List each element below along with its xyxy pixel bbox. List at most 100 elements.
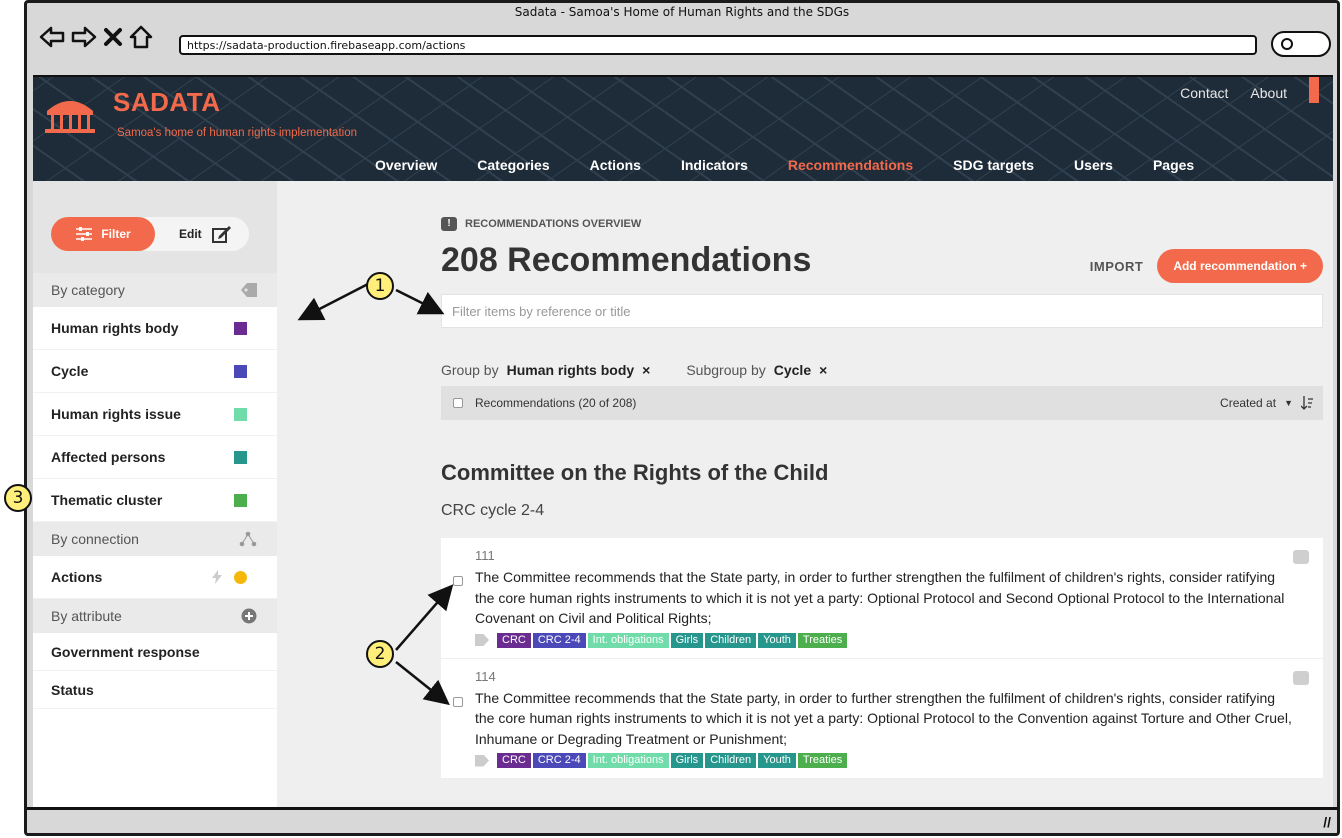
sidebar-item-cycle[interactable]: Cycle xyxy=(33,350,277,393)
check-icon xyxy=(1293,670,1309,685)
tag-chip[interactable]: Children xyxy=(705,753,757,768)
plus-circle-icon[interactable] xyxy=(241,608,257,624)
forward-icon[interactable] xyxy=(71,26,97,48)
sidebar-item-label: Government response xyxy=(51,643,200,660)
window-title: Sadata - Samoa's Home of Human Rights an… xyxy=(514,5,850,19)
tag-chip[interactable]: CRC 2-4 xyxy=(532,632,586,648)
filter-edit-toggle: Filter Edit xyxy=(51,217,249,251)
sidebar-item-human-rights-issue[interactable]: Human rights issue xyxy=(33,393,277,436)
top-links: Contact About xyxy=(1180,77,1319,103)
caret-down-icon[interactable]: ▼ xyxy=(1284,398,1293,408)
stop-icon[interactable] xyxy=(103,26,123,48)
section-by-connection: By connection xyxy=(33,522,277,556)
sidebar-item-label: Human rights body xyxy=(51,320,179,336)
lightning-icon xyxy=(212,570,222,584)
list-summary: Recommendations (20 of 208) xyxy=(475,396,637,410)
filter-tab[interactable]: Filter xyxy=(51,217,155,251)
sidebar-item-label: Actions xyxy=(51,569,103,585)
brand-tagline: Samoa's home of human rights implementat… xyxy=(117,127,357,139)
tag-chip[interactable]: Treaties xyxy=(797,753,848,768)
header-accent xyxy=(1309,77,1319,103)
fale-logo-icon xyxy=(45,101,95,133)
resize-handle-icon[interactable]: // xyxy=(1323,814,1331,830)
category-swatch xyxy=(234,364,247,378)
tag-chip[interactable]: Treaties xyxy=(797,632,848,648)
sidebar-item-label: Thematic cluster xyxy=(51,492,163,508)
add-recommendation-button[interactable]: Add recommendation + xyxy=(1157,249,1323,283)
sidebar-item-status[interactable]: Status xyxy=(33,671,277,709)
tag-chip[interactable]: Youth xyxy=(758,632,796,648)
tag-chip[interactable]: Girls xyxy=(670,753,704,768)
category-swatch xyxy=(234,321,247,335)
annotation-badge-1: 1 xyxy=(366,272,394,300)
about-link[interactable]: About xyxy=(1250,85,1287,103)
filter-search-input[interactable] xyxy=(441,294,1323,328)
brand-name[interactable]: SADATA xyxy=(113,87,220,118)
home-icon[interactable] xyxy=(129,25,153,49)
import-button[interactable]: IMPORT xyxy=(1090,259,1144,274)
item-text[interactable]: The Committee recommends that the State … xyxy=(475,567,1293,629)
overline-label: RECOMMENDATIONS OVERVIEW xyxy=(465,218,642,230)
tag-chip[interactable]: Girls xyxy=(670,632,704,648)
contact-link[interactable]: Contact xyxy=(1180,85,1228,103)
tag-chip[interactable]: CRC 2-4 xyxy=(532,753,586,768)
tag-icon xyxy=(241,283,257,297)
nav-users[interactable]: Users xyxy=(1074,157,1113,173)
subgroup-by-value[interactable]: Cycle xyxy=(774,362,811,378)
status-bar: // xyxy=(27,807,1337,833)
annotation-badge-2: 2 xyxy=(366,640,394,668)
group-by-value[interactable]: Human rights body xyxy=(507,362,635,378)
url-bar[interactable]: https://sadata-production.firebaseapp.co… xyxy=(179,35,1257,55)
section-by-category-label: By category xyxy=(51,282,125,298)
sidebar-item-government-response[interactable]: Government response xyxy=(33,633,277,671)
item-checkbox[interactable] xyxy=(453,576,463,586)
tag-icon xyxy=(475,634,489,646)
section-by-category: By category xyxy=(33,273,277,307)
check-icon xyxy=(1293,550,1309,564)
sort-select[interactable]: Created at xyxy=(1220,396,1276,410)
edit-tab[interactable]: Edit xyxy=(179,217,232,251)
main-content: ! RECOMMENDATIONS OVERVIEW 208 Recommend… xyxy=(441,217,1323,779)
site-header: SADATA Samoa's home of human rights impl… xyxy=(33,77,1333,181)
clear-subgroup-icon[interactable]: × xyxy=(819,362,827,378)
nav-recommendations[interactable]: Recommendations xyxy=(788,157,913,173)
clear-group-icon[interactable]: × xyxy=(642,362,650,378)
tag-chip[interactable]: Children xyxy=(705,632,757,648)
browser-window: Sadata - Samoa's Home of Human Rights an… xyxy=(24,0,1340,836)
tag-chip[interactable]: Int. obligations xyxy=(587,632,669,648)
sidebar-item-human-rights-body[interactable]: Human rights body xyxy=(33,307,277,350)
item-reference: 114 xyxy=(475,668,496,684)
sidebar-item-affected-persons[interactable]: Affected persons xyxy=(33,436,277,479)
nav-indicators[interactable]: Indicators xyxy=(681,157,748,173)
group-title: Committee on the Rights of the Child xyxy=(441,460,829,485)
item-checkbox[interactable] xyxy=(453,696,463,707)
nav-actions[interactable]: Actions xyxy=(590,157,641,173)
list-item[interactable]: 114 The Committee recommends that the St… xyxy=(441,658,1323,779)
list-item[interactable]: 111 The Committee recommends that the St… xyxy=(441,538,1323,659)
item-tags: CRC CRC 2-4 Int. obligations Girls Child… xyxy=(475,632,1293,648)
nav-sdg-targets[interactable]: SDG targets xyxy=(953,157,1034,173)
page-viewport: SADATA Samoa's home of human rights impl… xyxy=(33,75,1333,810)
sort-order-icon[interactable] xyxy=(1301,396,1313,410)
sidebar-item-label: Status xyxy=(51,681,94,698)
annotation-badge-3: 3 xyxy=(4,484,32,512)
tag-chip[interactable]: Youth xyxy=(758,753,796,768)
nav-pages[interactable]: Pages xyxy=(1153,157,1194,173)
browser-nav-buttons xyxy=(39,25,153,49)
tag-chip[interactable]: CRC xyxy=(497,753,531,768)
item-text[interactable]: The Committee recommends that the State … xyxy=(475,688,1293,750)
subgroup-by-label: Subgroup by xyxy=(686,362,766,378)
sidebar-item-thematic-cluster[interactable]: Thematic cluster xyxy=(33,479,277,522)
select-all-checkbox[interactable] xyxy=(453,398,463,408)
browser-search-button[interactable] xyxy=(1271,31,1331,57)
nav-categories[interactable]: Categories xyxy=(477,157,549,173)
sidebar-item-actions[interactable]: Actions xyxy=(33,556,277,599)
overline: ! RECOMMENDATIONS OVERVIEW xyxy=(441,217,1323,231)
section-by-connection-label: By connection xyxy=(51,531,139,547)
nav-overview[interactable]: Overview xyxy=(375,157,437,173)
back-icon[interactable] xyxy=(39,26,65,48)
tag-chip[interactable]: CRC xyxy=(497,632,531,648)
tag-chip[interactable]: Int. obligations xyxy=(587,753,669,768)
sidebar-item-label: Cycle xyxy=(51,363,89,379)
list-header-bar: Recommendations (20 of 208) Created at ▼ xyxy=(441,386,1323,420)
